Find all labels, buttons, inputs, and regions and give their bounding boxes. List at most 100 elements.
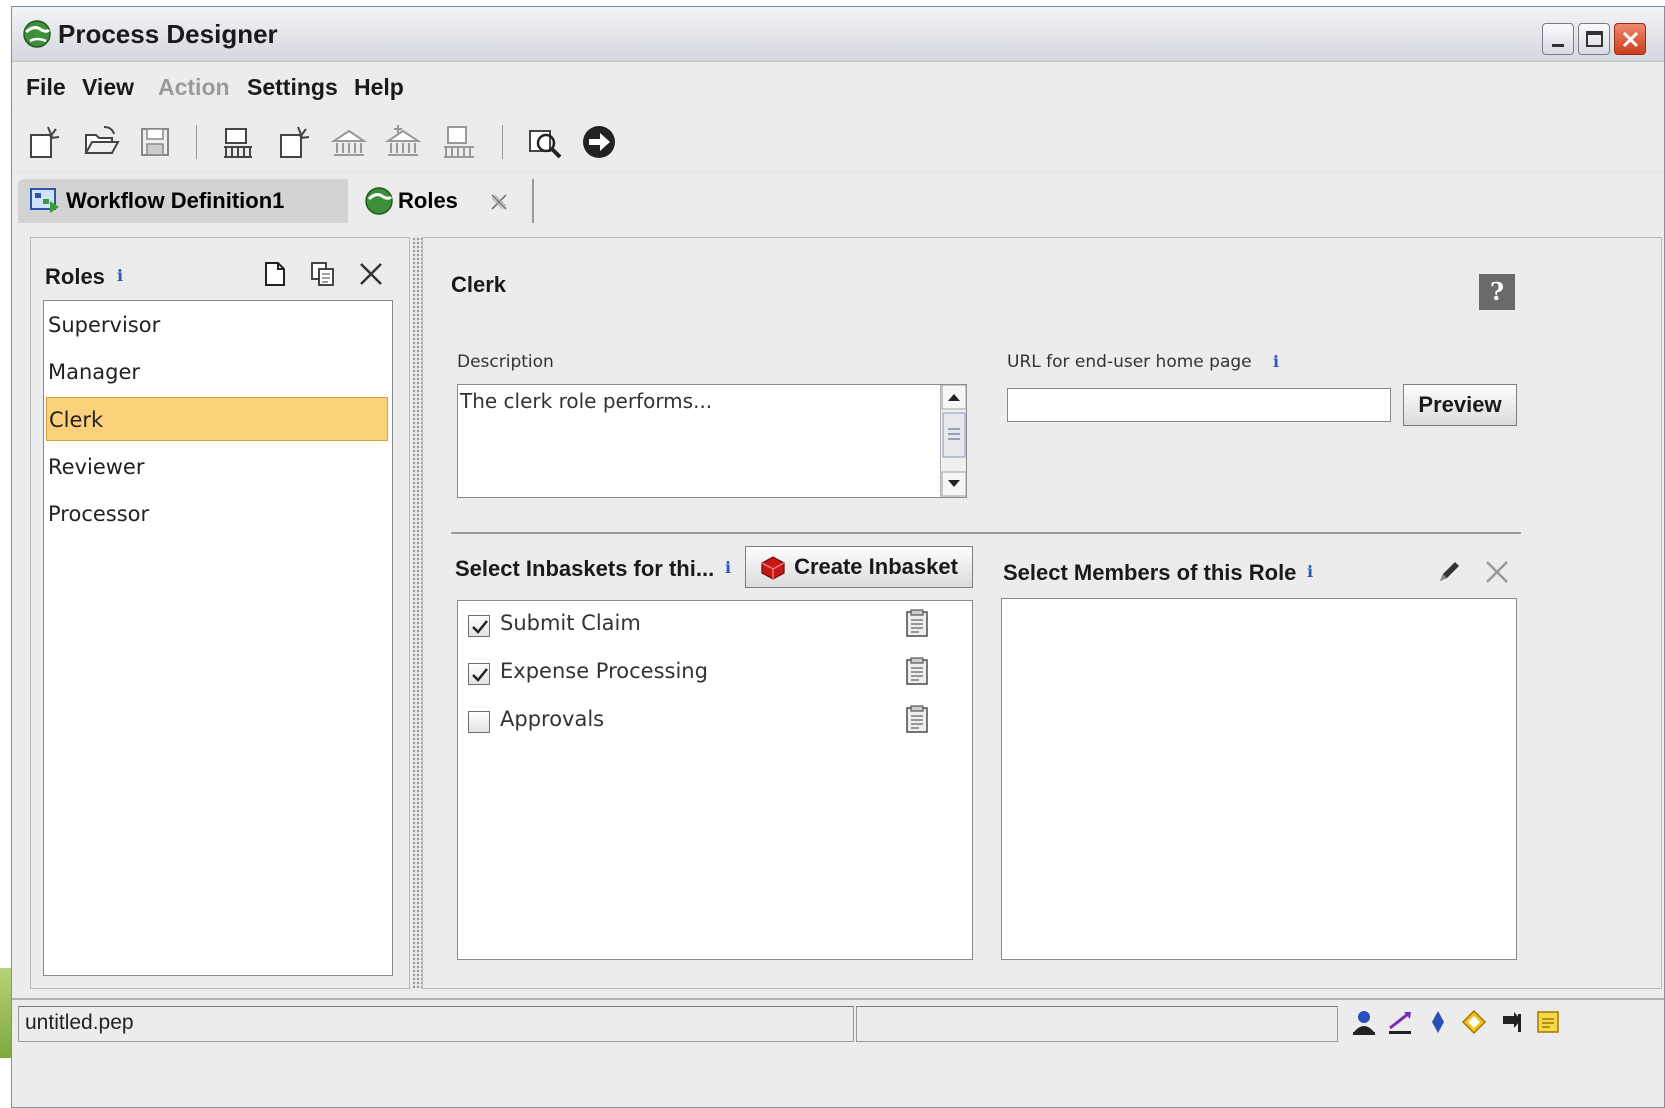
url-input[interactable] xyxy=(1007,388,1391,422)
inbasket-document-icon[interactable] xyxy=(904,705,930,735)
desktop-edge xyxy=(0,968,11,1058)
tab-workflow-definition[interactable]: Workflow Definition1 xyxy=(18,179,348,223)
roles-panel: Roles i Supervisor Manager Clerk Reviewe… xyxy=(30,237,410,989)
description-label: Description xyxy=(457,352,554,372)
inbasket-document-icon[interactable] xyxy=(904,609,930,639)
inbasket-label: Approvals xyxy=(500,707,605,731)
role-item-clerk[interactable]: Clerk xyxy=(46,397,388,441)
description-scrollbar[interactable] xyxy=(940,384,967,497)
condition-diamond-icon[interactable] xyxy=(1460,1008,1488,1036)
exit-step-icon[interactable] xyxy=(1498,1008,1526,1036)
process-designer-window: Process Designer File View Action Settin… xyxy=(11,6,1665,1108)
menu-view[interactable]: View xyxy=(82,74,134,101)
preview-button[interactable]: Preview xyxy=(1403,384,1517,426)
workflow-icon xyxy=(30,188,59,213)
info-icon[interactable]: i xyxy=(1307,562,1313,581)
tab-label: Roles xyxy=(398,188,458,213)
run-arrow-icon[interactable] xyxy=(580,123,618,161)
inbasket-item-expense-processing[interactable]: Expense Processing xyxy=(468,655,938,695)
region-icon[interactable] xyxy=(330,123,368,161)
role-detail-panel: Clerk ? Description The clerk role perfo… xyxy=(422,237,1662,989)
minimize-button[interactable] xyxy=(1542,23,1574,55)
inbasket-checkbox[interactable] xyxy=(468,711,490,733)
roles-list[interactable]: Supervisor Manager Clerk Reviewer Proces… xyxy=(43,300,393,976)
user-icon[interactable] xyxy=(1350,1008,1378,1036)
delete-role-icon[interactable] xyxy=(357,260,385,288)
role-name-heading: Clerk xyxy=(451,272,507,297)
inbasket-item-approvals[interactable]: Approvals xyxy=(468,703,938,743)
tab-label: Workflow Definition1 xyxy=(66,188,285,213)
new-workspace-icon[interactable] xyxy=(220,123,258,161)
roles-globe-icon xyxy=(365,187,393,215)
toolbar-separator xyxy=(502,125,503,159)
info-icon[interactable]: i xyxy=(725,558,731,577)
help-icon: ? xyxy=(1489,277,1505,306)
section-divider xyxy=(451,532,1521,534)
remove-member-icon[interactable] xyxy=(1483,558,1511,586)
description-textarea[interactable]: The clerk role performs... xyxy=(457,384,967,498)
inbasket-label: Submit Claim xyxy=(500,611,641,635)
role-item-processor[interactable]: Processor xyxy=(46,492,388,536)
checkmark-icon xyxy=(472,620,488,634)
new-workflow-icon[interactable] xyxy=(26,123,64,161)
edit-pencil-icon[interactable] xyxy=(1435,558,1463,586)
scrollbar-arrows-icon xyxy=(941,384,967,497)
tab-roles[interactable]: Roles xyxy=(350,179,534,223)
menu-file[interactable]: File xyxy=(26,74,66,101)
status-file-name: untitled.pep xyxy=(25,1011,134,1034)
new-role-icon[interactable] xyxy=(261,260,289,288)
inbasket-checkbox[interactable] xyxy=(468,663,490,685)
inbasket-item-submit-claim[interactable]: Submit Claim xyxy=(468,607,938,647)
toolbar-separator xyxy=(196,125,197,159)
open-folder-icon[interactable] xyxy=(82,123,120,161)
title-bar[interactable]: Process Designer xyxy=(12,7,1664,62)
panel-splitter[interactable] xyxy=(412,237,422,989)
search-find-icon[interactable] xyxy=(526,123,564,161)
help-button[interactable]: ? xyxy=(1479,274,1515,310)
roles-title: Roles xyxy=(45,264,105,289)
copy-role-icon[interactable] xyxy=(309,260,337,288)
roster-icon[interactable] xyxy=(440,123,478,161)
window-title: Process Designer xyxy=(58,19,278,49)
close-icon xyxy=(1622,31,1639,48)
maximize-icon xyxy=(1586,31,1603,47)
url-label: URL for end-user home page xyxy=(1007,352,1252,372)
inbaskets-list[interactable]: Submit Claim Expense Processing Approval… xyxy=(457,600,973,960)
step-diamond-icon[interactable] xyxy=(1424,1008,1452,1036)
members-list[interactable] xyxy=(1001,598,1517,960)
checkmark-icon xyxy=(472,668,488,682)
create-inbasket-icon xyxy=(761,556,785,580)
menu-bar: File View Action Settings Help xyxy=(12,62,1664,110)
toolbar xyxy=(12,111,1664,171)
status-file-field: untitled.pep xyxy=(18,1006,854,1042)
inbasket-label: Expense Processing xyxy=(500,659,708,683)
role-item-reviewer[interactable]: Reviewer xyxy=(46,445,388,489)
description-text: The clerk role performs... xyxy=(460,389,713,413)
status-middle-field xyxy=(856,1006,1338,1042)
members-title: Select Members of this Role xyxy=(1003,560,1297,585)
inbaskets-title: Select Inbaskets for thi... xyxy=(455,556,715,581)
new-item-icon[interactable] xyxy=(276,123,314,161)
menu-settings[interactable]: Settings xyxy=(247,74,338,101)
tab-strip: Workflow Definition1 Roles xyxy=(12,173,1664,225)
region-add-icon[interactable] xyxy=(384,123,422,161)
route-icon[interactable] xyxy=(1386,1008,1414,1036)
save-icon[interactable] xyxy=(136,123,174,161)
close-tab-icon[interactable] xyxy=(488,191,510,213)
role-item-supervisor[interactable]: Supervisor xyxy=(46,303,388,347)
create-inbasket-button[interactable]: Create Inbasket xyxy=(745,546,973,588)
menu-action[interactable]: Action xyxy=(158,74,230,101)
note-icon[interactable] xyxy=(1534,1008,1562,1036)
info-icon[interactable]: i xyxy=(117,266,123,285)
close-window-button[interactable] xyxy=(1614,23,1646,55)
inbasket-document-icon[interactable] xyxy=(904,657,930,687)
inbasket-checkbox[interactable] xyxy=(468,615,490,637)
info-icon[interactable]: i xyxy=(1273,352,1279,371)
menu-help[interactable]: Help xyxy=(354,74,404,101)
main-area: Roles i Supervisor Manager Clerk Reviewe… xyxy=(12,225,1664,998)
status-bar: untitled.pep xyxy=(12,998,1664,1107)
maximize-button[interactable] xyxy=(1578,23,1610,55)
create-inbasket-label: Create Inbasket xyxy=(794,554,958,579)
app-globe-icon xyxy=(23,20,51,48)
role-item-manager[interactable]: Manager xyxy=(46,350,388,394)
